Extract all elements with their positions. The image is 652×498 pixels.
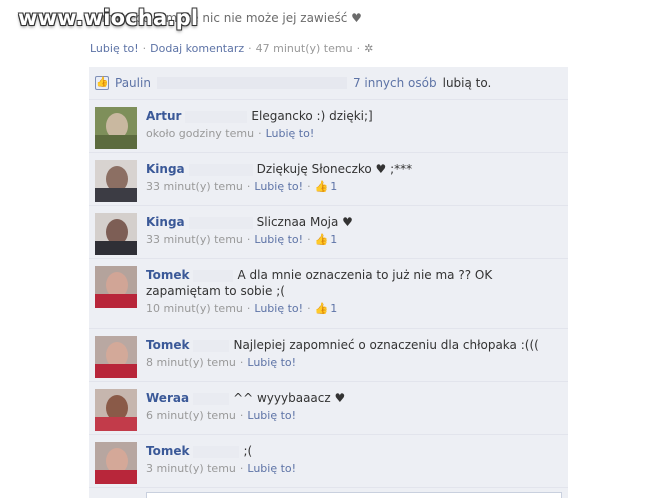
comment-text: Elegancko :) dzięki;] bbox=[251, 109, 373, 123]
comment-text-continued: zapamiętam to sobie ;( bbox=[146, 284, 285, 298]
comment-author[interactable]: Weraa bbox=[146, 391, 189, 405]
comment-like-count[interactable]: 👍 1 bbox=[315, 180, 338, 193]
comment-input[interactable] bbox=[146, 492, 562, 498]
comment-author[interactable]: Tomek bbox=[146, 338, 189, 352]
comment-like-link[interactable]: Lubię to! bbox=[254, 180, 303, 193]
others-link[interactable]: 7 innych osób bbox=[353, 76, 437, 90]
comment-author[interactable]: Kinga bbox=[146, 162, 185, 176]
separator: · bbox=[239, 356, 244, 369]
comment-time: 6 minut(y) temu bbox=[146, 409, 236, 422]
separator: · bbox=[239, 462, 244, 475]
thumbs-up-icon: 👍 bbox=[314, 302, 329, 315]
liker-name[interactable]: Paulin bbox=[115, 76, 151, 90]
comment-like-count[interactable]: 👍 1 bbox=[315, 302, 338, 315]
comment-text: Najlepiej zapomnieć o oznaczeniu dla chł… bbox=[233, 338, 539, 352]
redacted-surname bbox=[188, 163, 253, 176]
comment-item: Artur Elegancko :) dzięki;] około godziny… bbox=[89, 100, 568, 153]
comment-item: Tomek A dla mnie oznaczenia to już nie ma… bbox=[89, 259, 568, 329]
comment-item: Weraa ^^ wyyybaaacz ♥ 6 minut(y) temu · L… bbox=[89, 382, 568, 435]
separator: · bbox=[307, 302, 311, 315]
comment-author[interactable]: Tomek bbox=[146, 444, 189, 458]
avatar[interactable] bbox=[95, 336, 137, 378]
redacted-names bbox=[156, 77, 347, 89]
comment-time: około godziny temu bbox=[146, 127, 255, 140]
avatar[interactable] bbox=[95, 442, 137, 484]
separator: · bbox=[307, 180, 311, 193]
comment-item: Tomek Najlepiej zapomnieć o oznaczeniu dl… bbox=[89, 329, 568, 382]
comment-text: ;( bbox=[243, 444, 253, 458]
comment-text: Slicznaa Moja ♥ bbox=[256, 215, 353, 229]
comment-time: 33 minut(y) temu bbox=[146, 180, 243, 193]
avatar[interactable] bbox=[95, 266, 137, 308]
likes-summary: 👍 Paulin 7 innych osób lubią to. bbox=[89, 67, 568, 100]
redacted-surname bbox=[193, 339, 230, 352]
redacted-surname bbox=[188, 216, 253, 229]
post-time: 47 minut(y) temu bbox=[255, 42, 353, 55]
thumbs-up-icon: 👍 bbox=[95, 76, 109, 90]
gear-icon[interactable]: ✲ bbox=[364, 42, 373, 55]
redacted-surname bbox=[193, 392, 230, 405]
comment-time: 10 minut(y) temu bbox=[146, 302, 243, 315]
separator: · bbox=[246, 302, 251, 315]
separator: · bbox=[246, 233, 251, 246]
thumbs-up-icon: 👍 bbox=[314, 233, 329, 246]
comment-like-link[interactable]: Lubię to! bbox=[254, 233, 303, 246]
separator: · bbox=[258, 127, 262, 140]
avatar[interactable] bbox=[95, 389, 137, 431]
avatar[interactable] bbox=[95, 213, 137, 255]
comment-like-link[interactable]: Lubię to! bbox=[247, 356, 296, 369]
separator: · bbox=[142, 42, 147, 55]
comment-time: 3 minut(y) temu bbox=[146, 462, 236, 475]
add-comment-link[interactable]: Dodaj komentarz bbox=[150, 42, 244, 55]
comment-like-link[interactable]: Lubię to! bbox=[247, 462, 296, 475]
separator: · bbox=[246, 180, 251, 193]
comment-text: ^^ wyyybaaacz ♥ bbox=[233, 391, 346, 405]
separator: · bbox=[239, 409, 244, 422]
redacted-surname bbox=[193, 269, 234, 282]
comments-panel: 👍 Paulin 7 innych osób lubią to. Artur El… bbox=[89, 67, 568, 498]
comment-author[interactable]: Tomek bbox=[146, 268, 189, 282]
comment-like-link[interactable]: Lubię to! bbox=[266, 127, 315, 140]
comment-like-count[interactable]: 👍 1 bbox=[315, 233, 338, 246]
post-like-link[interactable]: Lubię to! bbox=[90, 42, 139, 55]
separator: · bbox=[248, 42, 252, 55]
comment-item: Kinga Dziękuję Słoneczko ♥ ;*** 33 minut(… bbox=[89, 153, 568, 206]
likes-suffix: lubią to. bbox=[442, 76, 492, 90]
comment-time: 33 minut(y) temu bbox=[146, 233, 243, 246]
post-meta: Lubię to! · Dodaj komentarz · 47 minut(y… bbox=[90, 42, 373, 55]
comment-like-link[interactable]: Lubię to! bbox=[247, 409, 296, 422]
comment-author[interactable]: Kinga bbox=[146, 215, 185, 229]
comment-item: Kinga Slicznaa Moja ♥ 33 minut(y) temu · … bbox=[89, 206, 568, 259]
thumbs-up-icon: 👍 bbox=[314, 180, 329, 193]
comment-text: A dla mnie oznaczenia to już nie ma ?? O… bbox=[237, 268, 493, 282]
avatar[interactable] bbox=[95, 107, 137, 149]
redacted-surname bbox=[185, 110, 248, 123]
comment-like-link[interactable]: Lubię to! bbox=[254, 302, 303, 315]
avatar[interactable] bbox=[95, 160, 137, 202]
comment-time: 8 minut(y) temu bbox=[146, 356, 236, 369]
comment-item: Tomek ;( 3 minut(y) temu · Lubię to! bbox=[89, 435, 568, 488]
redacted-surname bbox=[193, 445, 240, 458]
site-watermark: www.wiocha.pl bbox=[18, 6, 199, 30]
comment-text: Dziękuję Słoneczko ♥ ;*** bbox=[256, 162, 413, 176]
comment-author[interactable]: Artur bbox=[146, 109, 181, 123]
separator: · bbox=[307, 233, 311, 246]
separator: · bbox=[356, 42, 361, 55]
